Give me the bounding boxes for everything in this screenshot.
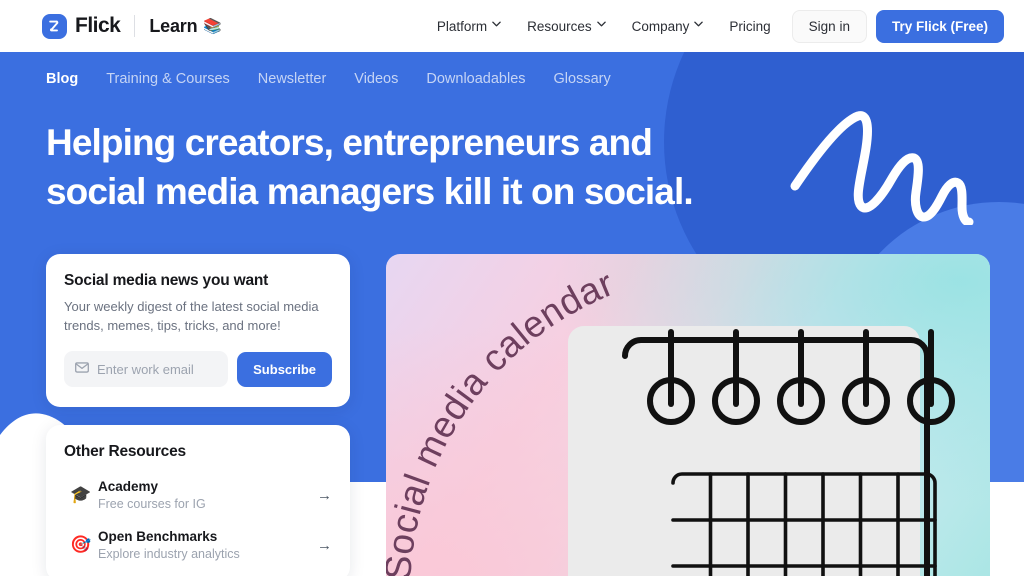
resource-item-academy-desc: Free courses for IG bbox=[98, 497, 206, 511]
hero-headline-line-2: social media managers kill it on social. bbox=[46, 171, 694, 212]
books-emoji-icon: 📚 bbox=[203, 18, 223, 35]
envelope-icon bbox=[75, 360, 89, 378]
nav-item-platform[interactable]: Platform bbox=[424, 13, 514, 40]
target-dart-icon: 🎯 bbox=[70, 535, 92, 554]
newsletter-card-title: Social media news you want bbox=[64, 272, 269, 289]
page-root: Flick Learn 📚 Platform Resources Company bbox=[0, 0, 1024, 576]
arrow-right-icon[interactable]: → bbox=[310, 537, 332, 554]
try-flick-free-button[interactable]: Try Flick (Free) bbox=[875, 9, 1004, 43]
blog-subnav: Blog Training & Courses Newsletter Video… bbox=[46, 71, 611, 87]
arc-text-label: Social media calendar bbox=[386, 262, 619, 576]
resource-item-open-benchmarks-texts: Open Benchmarks Explore industry analyti… bbox=[98, 529, 310, 561]
subnav-item-glossary[interactable]: Glossary bbox=[554, 71, 611, 87]
subnav-item-downloadables[interactable]: Downloadables bbox=[426, 71, 525, 87]
logo-wordmark[interactable]: Flick bbox=[75, 14, 121, 38]
brand-divider bbox=[134, 15, 136, 37]
chevron-down-icon bbox=[694, 21, 704, 30]
resource-item-academy[interactable]: 🎓 Academy Free courses for IG → bbox=[64, 479, 332, 511]
subnav-item-training-courses[interactable]: Training & Courses bbox=[106, 71, 230, 87]
subscribe-button[interactable]: Subscribe bbox=[237, 351, 332, 387]
section-label[interactable]: Learn bbox=[149, 16, 197, 37]
hero-headline-line-1: Helping creators, entrepreneurs and bbox=[46, 122, 653, 163]
sidebar-cards: Social media news you want Your weekly d… bbox=[46, 254, 350, 576]
other-resources-card: Other Resources 🎓 Academy Free courses f… bbox=[46, 425, 350, 576]
squiggle-scribble-icon bbox=[790, 111, 974, 225]
nav-item-pricing-label: Pricing bbox=[729, 18, 771, 34]
resource-item-open-benchmarks-name: Open Benchmarks bbox=[98, 529, 218, 544]
sign-in-button[interactable]: Sign in bbox=[791, 9, 867, 43]
primary-nav: Platform Resources Company Pricing Sign … bbox=[424, 9, 1004, 43]
chevron-down-icon bbox=[492, 21, 501, 30]
graduation-cap-icon: 🎓 bbox=[70, 485, 92, 504]
chevron-down-icon bbox=[596, 21, 606, 30]
hero-headline: Helping creators, entrepreneurs and soci… bbox=[46, 118, 694, 216]
flick-logo-icon[interactable] bbox=[42, 13, 67, 39]
brand-area[interactable]: Flick Learn 📚 bbox=[42, 13, 223, 39]
top-navigation-bar: Flick Learn 📚 Platform Resources Company bbox=[0, 0, 1024, 52]
resource-item-open-benchmarks-desc: Explore industry analytics bbox=[98, 547, 240, 561]
newsletter-card-subtitle: Your weekly digest of the latest social … bbox=[64, 299, 319, 333]
newsletter-signup-card: Social media news you want Your weekly d… bbox=[46, 254, 350, 407]
nav-item-company-label: Company bbox=[631, 18, 690, 34]
resource-item-open-benchmarks[interactable]: 🎯 Open Benchmarks Explore industry analy… bbox=[64, 529, 332, 561]
subnav-item-newsletter[interactable]: Newsletter bbox=[258, 71, 327, 87]
other-resources-title: Other Resources bbox=[64, 443, 186, 460]
arrow-right-icon[interactable]: → bbox=[310, 487, 332, 504]
subnav-item-blog[interactable]: Blog bbox=[46, 71, 78, 87]
arc-text-content: Social media calendar bbox=[386, 262, 619, 576]
resource-item-academy-name: Academy bbox=[98, 479, 159, 494]
nav-item-pricing[interactable]: Pricing bbox=[716, 13, 783, 40]
nav-item-company[interactable]: Company bbox=[619, 13, 717, 40]
newsletter-signup-row: Subscribe bbox=[64, 351, 332, 387]
nav-item-resources[interactable]: Resources bbox=[514, 13, 619, 40]
nav-item-resources-label: Resources bbox=[527, 18, 592, 34]
email-input-wrapper[interactable] bbox=[64, 351, 229, 387]
nav-item-platform-label: Platform bbox=[436, 18, 488, 34]
subnav-item-videos[interactable]: Videos bbox=[354, 71, 398, 87]
svg-text:Social media calendar: Social media calendar bbox=[386, 262, 619, 576]
featured-post-image[interactable]: Social media calendar bbox=[386, 254, 990, 576]
resource-item-academy-texts: Academy Free courses for IG bbox=[98, 479, 310, 511]
email-input[interactable] bbox=[97, 361, 218, 377]
